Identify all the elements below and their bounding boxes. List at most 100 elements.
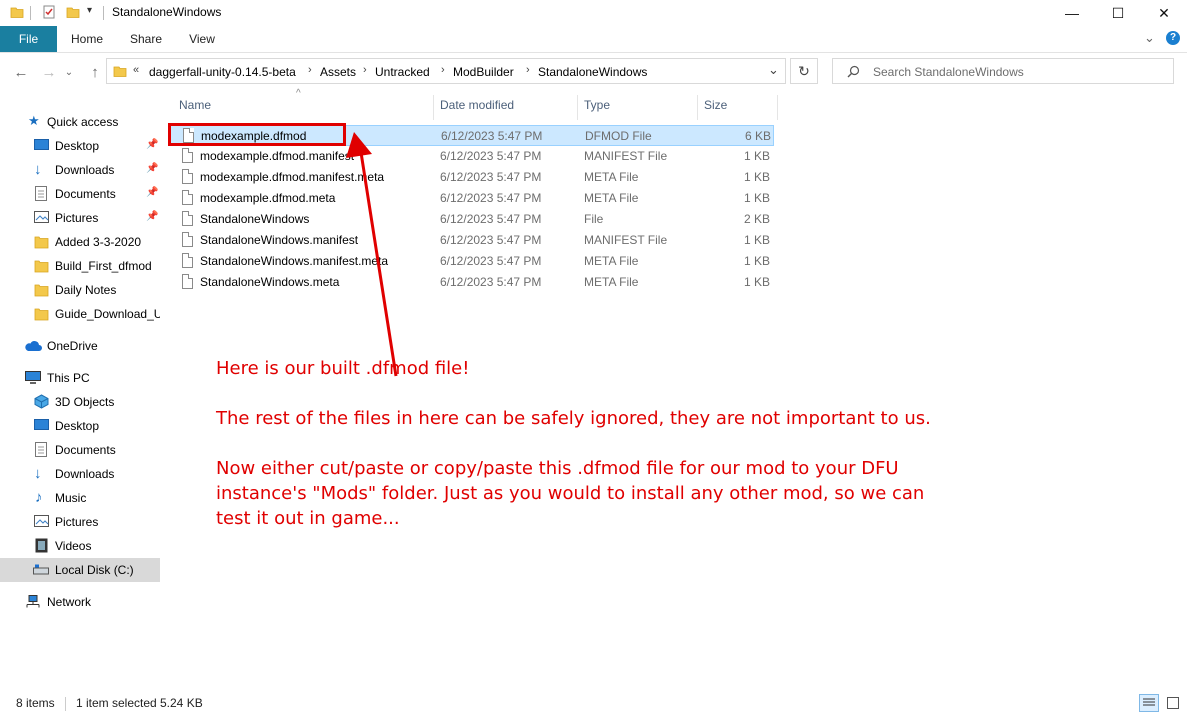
column-header-type[interactable]: Type [584, 98, 610, 118]
address-dropdown-icon[interactable]: ⌄ [768, 62, 779, 78]
nav-this-pc[interactable]: This PC [0, 367, 160, 389]
nav-item-documents[interactable]: Documents [0, 439, 160, 461]
breadcrumb-separator[interactable]: › [308, 64, 312, 76]
nav-label: Desktop [55, 419, 100, 433]
file-row[interactable]: StandaloneWindows.meta 6/12/2023 5:47 PM… [168, 272, 774, 293]
column-divider[interactable] [777, 95, 778, 120]
breadcrumb-separator[interactable]: › [363, 64, 367, 76]
nav-quick-access[interactable]: ★ Quick access [0, 111, 160, 133]
refresh-icon: ↻ [798, 62, 810, 79]
nav-item-folder[interactable]: Build_First_dfmod [0, 255, 160, 277]
title-divider [103, 6, 104, 20]
file-row[interactable]: StandaloneWindows.manifest 6/12/2023 5:4… [168, 230, 774, 251]
folder-icon[interactable] [10, 5, 24, 19]
file-row[interactable]: StandaloneWindows.manifest.meta 6/12/202… [168, 251, 774, 272]
nav-label: Guide_Download_U [55, 307, 160, 321]
nav-item-pictures[interactable]: Pictures [0, 511, 160, 533]
nav-item-desktop-pinned[interactable]: Desktop 📌 [0, 135, 160, 157]
maximize-icon: ☐ [1111, 4, 1125, 21]
nav-item-videos[interactable]: Videos [0, 535, 160, 557]
close-button[interactable]: ✕ [1141, 0, 1187, 26]
drive-icon [33, 564, 49, 575]
column-header-date[interactable]: Date modified [440, 98, 514, 118]
forward-button[interactable]: → [38, 61, 60, 83]
computer-icon [25, 371, 41, 384]
chevron-down-icon: ⌄ [64, 66, 74, 78]
annotation-line: instance's "Mods" folder. Just as you wo… [216, 483, 925, 504]
pin-icon: 📌 [146, 211, 159, 222]
tab-share[interactable]: Share [120, 26, 172, 52]
file-row[interactable]: modexample.dfmod.manifest.meta 6/12/2023… [168, 167, 774, 188]
nav-label: Documents [55, 187, 116, 201]
nav-item-downloads-pinned[interactable]: ↓ Downloads 📌 [0, 159, 160, 181]
file-row[interactable]: modexample.dfmod.meta 6/12/2023 5:47 PM … [168, 188, 774, 209]
column-divider[interactable] [577, 95, 578, 120]
expand-ribbon-icon[interactable]: ⌄ [1144, 30, 1155, 46]
breadcrumb-item[interactable]: ModBuilder [453, 65, 514, 79]
tab-file[interactable]: File [0, 26, 57, 52]
nav-item-desktop[interactable]: Desktop [0, 415, 160, 437]
file-icon [182, 253, 193, 268]
close-icon: ✕ [1158, 4, 1170, 21]
search-placeholder[interactable]: Search StandaloneWindows [873, 65, 1024, 79]
breadcrumb-item[interactable]: daggerfall-unity-0.14.5-beta [149, 65, 296, 79]
cloud-icon [25, 341, 42, 351]
file-size: 1 KB [743, 233, 770, 247]
breadcrumb-overflow[interactable]: « [133, 64, 139, 76]
nav-item-folder[interactable]: Guide_Download_U [0, 303, 160, 325]
music-icon: ♪ [35, 489, 43, 506]
column-divider[interactable] [697, 95, 698, 120]
nav-item-folder[interactable]: Daily Notes [0, 279, 160, 301]
large-icons-view-button[interactable] [1163, 694, 1183, 712]
address-bar[interactable]: « daggerfall-unity-0.14.5-beta › Assets … [106, 58, 786, 84]
file-size: 2 KB [743, 212, 770, 226]
help-icon[interactable]: ? [1166, 31, 1180, 45]
minimize-button[interactable]: — [1049, 0, 1095, 26]
back-button[interactable]: ← [10, 61, 32, 83]
refresh-button[interactable]: ↻ [790, 58, 818, 84]
nav-item-pictures-pinned[interactable]: Pictures 📌 [0, 207, 160, 229]
breadcrumb-item[interactable]: Assets [320, 65, 356, 79]
breadcrumb-item[interactable]: Untracked [375, 65, 430, 79]
ribbon-tabs: File Home Share View ⌄ ? [0, 26, 1187, 53]
file-type: META File [584, 170, 639, 184]
tab-view[interactable]: View [178, 26, 226, 52]
download-icon: ↓ [34, 161, 42, 178]
customize-toolbar-icon[interactable]: ▾ [87, 5, 92, 16]
file-row[interactable]: modexample.dfmod.manifest 6/12/2023 5:47… [168, 146, 774, 167]
nav-label: Pictures [55, 211, 99, 225]
maximize-button[interactable]: ☐ [1095, 0, 1141, 26]
recent-locations-button[interactable]: ⌄ [62, 61, 76, 83]
up-button[interactable]: ↑ [84, 61, 106, 83]
details-view-button[interactable] [1139, 694, 1159, 712]
tab-home[interactable]: Home [62, 26, 112, 52]
nav-item-documents-pinned[interactable]: Documents 📌 [0, 183, 160, 205]
cube-icon [34, 394, 49, 409]
properties-icon[interactable] [42, 5, 56, 19]
nav-label: Music [55, 491, 87, 505]
nav-item-music[interactable]: ♪ Music [0, 487, 160, 509]
status-item-count: 8 items [16, 696, 55, 710]
nav-item-downloads[interactable]: ↓ Downloads [0, 463, 160, 485]
column-header-name[interactable]: Name [179, 98, 211, 118]
file-date: 6/12/2023 5:47 PM [440, 170, 542, 184]
file-icon [182, 190, 193, 205]
column-divider[interactable] [433, 95, 434, 120]
breadcrumb-item[interactable]: StandaloneWindows [538, 65, 647, 79]
nav-network[interactable]: Network [0, 591, 160, 613]
search-box[interactable]: Search StandaloneWindows [832, 58, 1174, 84]
nav-item-local-disk[interactable]: Local Disk (C:) [0, 558, 160, 582]
file-size: 1 KB [743, 275, 770, 289]
nav-label: Downloads [55, 467, 115, 481]
nav-onedrive[interactable]: OneDrive [0, 335, 160, 357]
folder-icon [34, 236, 49, 249]
nav-item-3d-objects[interactable]: 3D Objects [0, 391, 160, 413]
nav-item-folder[interactable]: Added 3-3-2020 [0, 231, 160, 253]
new-folder-icon[interactable] [66, 5, 80, 19]
breadcrumb-separator[interactable]: › [526, 64, 530, 76]
file-row[interactable]: StandaloneWindows 6/12/2023 5:47 PM File… [168, 209, 774, 230]
column-header-size[interactable]: Size [704, 98, 727, 118]
nav-label: Documents [55, 443, 116, 457]
breadcrumb-separator[interactable]: › [441, 64, 445, 76]
arrow-left-icon: ← [13, 63, 29, 81]
